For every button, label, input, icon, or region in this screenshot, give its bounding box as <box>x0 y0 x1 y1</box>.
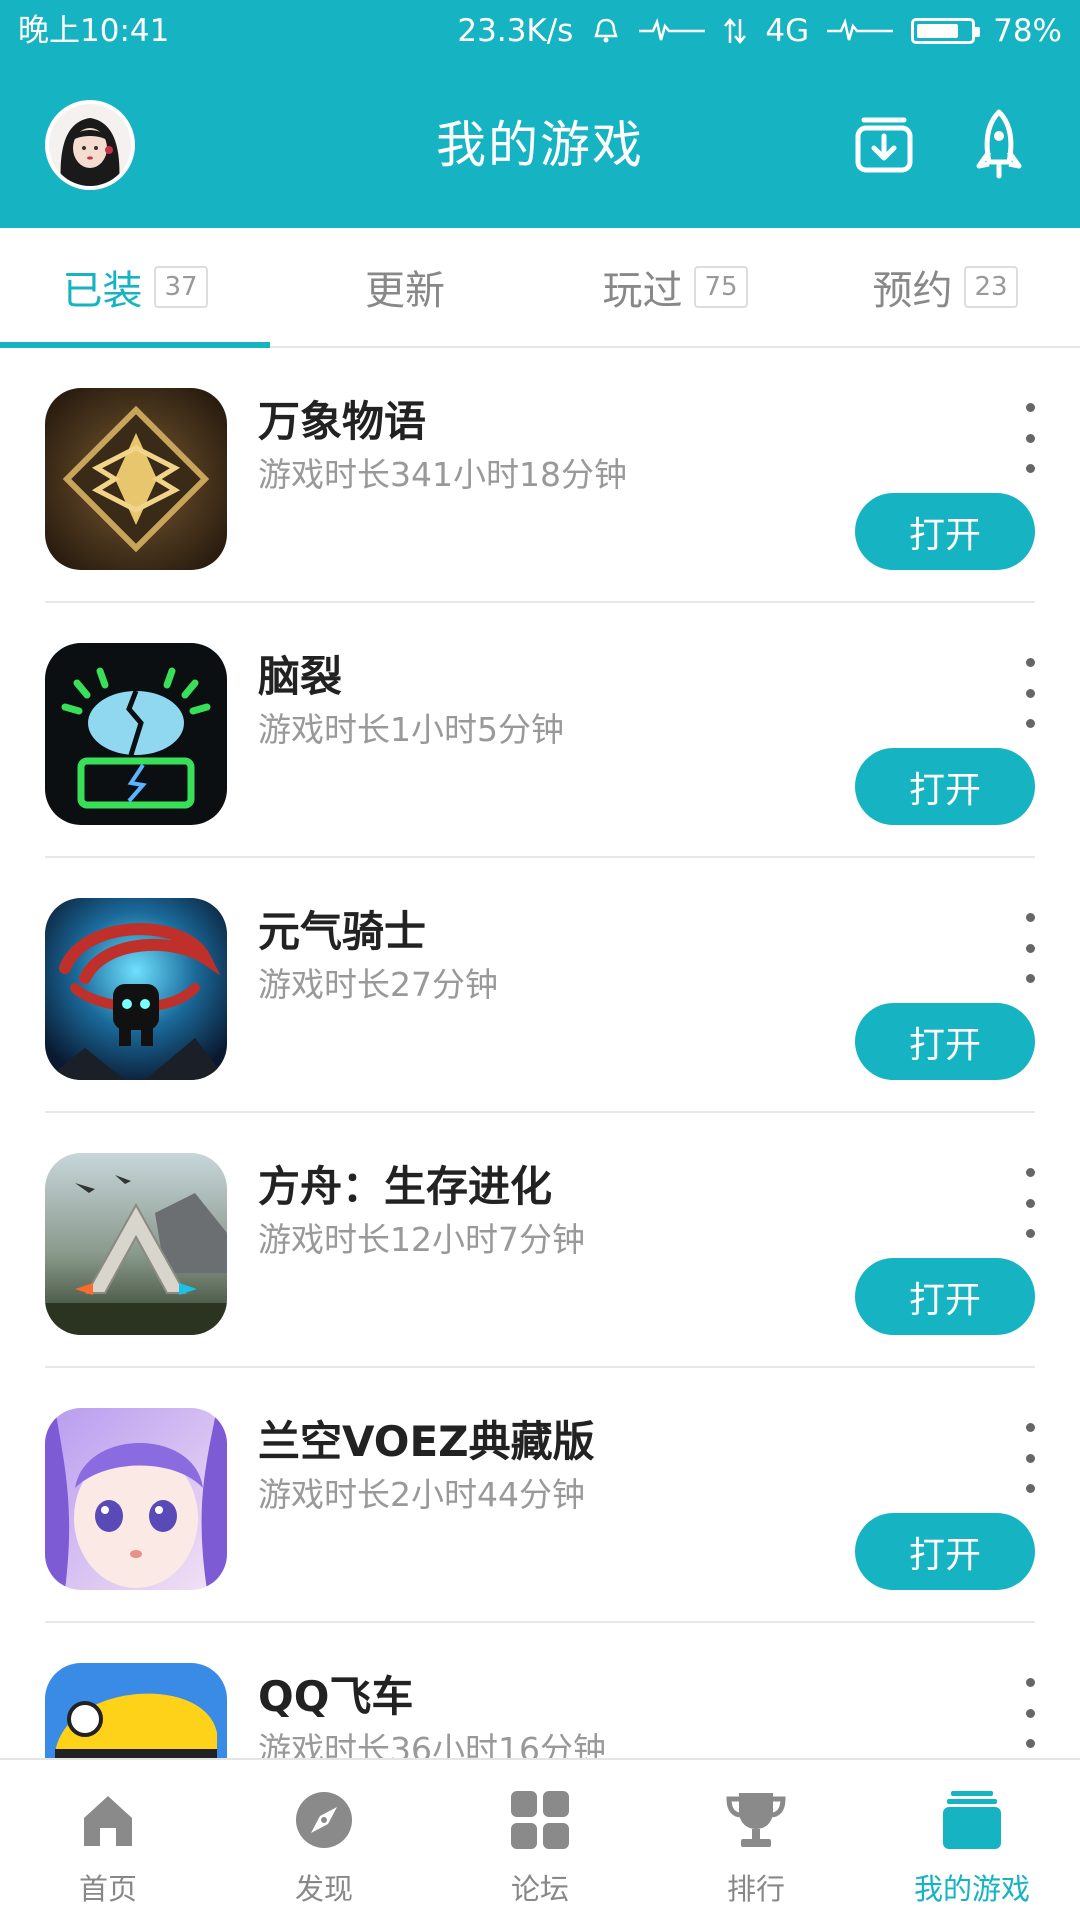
tab-updates[interactable]: 更新 <box>270 228 540 346</box>
game-playtime: 游戏时长12小时7分钟 <box>258 1220 585 1259</box>
tab-count: 37 <box>154 266 208 308</box>
nav-label: 发现 <box>294 1872 353 1906</box>
tab-reserved[interactable]: 预约 23 <box>810 228 1080 346</box>
open-game-button[interactable]: 打开 <box>855 493 1035 570</box>
game-list[interactable]: 万象物语 游戏时长341小时18分钟 打开 脑裂 游戏时长1小时5分钟 打开 元… <box>0 348 1080 1758</box>
nav-ranking[interactable]: 排行 <box>648 1760 864 1920</box>
game-row[interactable]: 万象物语 游戏时长341小时18分钟 打开 <box>0 348 1080 603</box>
more-options-icon[interactable] <box>1018 1168 1042 1238</box>
nav-label: 论坛 <box>510 1872 569 1906</box>
game-playtime: 游戏时长36小时16分钟 <box>258 1730 606 1758</box>
more-options-icon[interactable] <box>1018 913 1042 983</box>
game-name: QQ飞车 <box>258 1672 414 1721</box>
tab-label: 已装 <box>62 268 143 314</box>
grid-icon <box>508 1788 572 1852</box>
battery-percent: 78% <box>993 13 1062 49</box>
game-icon-voez[interactable] <box>45 1408 227 1590</box>
compass-icon <box>292 1788 356 1852</box>
rocket-icon <box>973 108 1025 184</box>
signal-wave-icon <box>639 18 706 44</box>
signal-wave-icon-2 <box>827 18 894 44</box>
status-time: 晚上10:41 <box>18 13 170 49</box>
status-bar: 晚上10:41 23.3K/s 4G 78% <box>0 0 1080 62</box>
nav-label: 我的游戏 <box>913 1872 1030 1906</box>
data-arrows-icon <box>723 17 747 45</box>
stack-icon <box>940 1788 1004 1852</box>
game-name: 元气骑士 <box>258 907 427 956</box>
rocket-button[interactable] <box>963 108 1035 184</box>
more-options-icon[interactable] <box>1018 1678 1042 1748</box>
game-name: 万象物语 <box>258 397 427 446</box>
bottom-nav: 首页 发现 论坛 排行 我的游戏 <box>0 1758 1080 1920</box>
more-options-icon[interactable] <box>1018 658 1042 728</box>
game-row[interactable]: 方舟：生存进化 游戏时长12小时7分钟 打开 <box>0 1113 1080 1368</box>
tab-count: 75 <box>694 266 748 308</box>
status-right: 23.3K/s 4G 78% <box>457 0 1062 62</box>
open-game-button[interactable]: 打开 <box>855 1513 1035 1590</box>
nav-forum[interactable]: 论坛 <box>432 1760 648 1920</box>
tab-label: 玩过 <box>602 268 683 314</box>
game-name: 方舟：生存进化 <box>258 1162 553 1211</box>
game-icon-yuanqi[interactable] <box>45 898 227 1080</box>
nav-home[interactable]: 首页 <box>0 1760 216 1920</box>
game-icon-ark[interactable] <box>45 1153 227 1335</box>
more-options-icon[interactable] <box>1018 403 1042 473</box>
tab-count: 23 <box>964 266 1018 308</box>
alarm-icon <box>591 16 621 46</box>
title-bar: 我的游戏 <box>0 62 1080 228</box>
game-row[interactable]: QQ飞车 游戏时长36小时16分钟 <box>0 1623 1080 1758</box>
game-row[interactable]: 元气骑士 游戏时长27分钟 打开 <box>0 858 1080 1113</box>
nav-label: 排行 <box>726 1872 785 1906</box>
nav-label: 首页 <box>78 1872 137 1906</box>
tab-bar: 已装 37 更新 玩过 75 预约 23 <box>0 228 1080 348</box>
download-box-icon <box>852 112 916 180</box>
game-playtime: 游戏时长27分钟 <box>258 965 498 1004</box>
tab-label: 预约 <box>872 268 953 314</box>
download-manager-button[interactable] <box>848 110 920 182</box>
game-icon-wanxiang[interactable] <box>45 388 227 570</box>
network-type: 4G <box>765 13 810 49</box>
game-row[interactable]: 兰空VOEZ典藏版 游戏时长2小时44分钟 打开 <box>0 1368 1080 1623</box>
game-icon-qqspeed[interactable] <box>45 1663 227 1758</box>
tab-installed[interactable]: 已装 37 <box>0 228 270 346</box>
app-header: 晚上10:41 23.3K/s 4G 78% 我的游戏 <box>0 0 1080 228</box>
nav-discover[interactable]: 发现 <box>216 1760 432 1920</box>
trophy-icon <box>724 1788 788 1852</box>
open-game-button[interactable]: 打开 <box>855 1003 1035 1080</box>
game-playtime: 游戏时长1小时5分钟 <box>258 710 564 749</box>
game-icon-naolie[interactable] <box>45 643 227 825</box>
more-options-icon[interactable] <box>1018 1423 1042 1493</box>
open-game-button[interactable]: 打开 <box>855 1258 1035 1335</box>
game-playtime: 游戏时长341小时18分钟 <box>258 455 627 494</box>
game-playtime: 游戏时长2小时44分钟 <box>258 1475 585 1514</box>
battery-icon <box>911 18 981 44</box>
game-name: 脑裂 <box>258 652 343 701</box>
game-name: 兰空VOEZ典藏版 <box>258 1417 595 1466</box>
nav-my-games[interactable]: 我的游戏 <box>864 1760 1080 1920</box>
tab-label: 更新 <box>365 268 445 314</box>
tab-played[interactable]: 玩过 75 <box>540 228 810 346</box>
game-row[interactable]: 脑裂 游戏时长1小时5分钟 打开 <box>0 603 1080 858</box>
home-icon <box>76 1788 140 1852</box>
status-speed: 23.3K/s <box>457 13 574 49</box>
open-game-button[interactable]: 打开 <box>855 748 1035 825</box>
